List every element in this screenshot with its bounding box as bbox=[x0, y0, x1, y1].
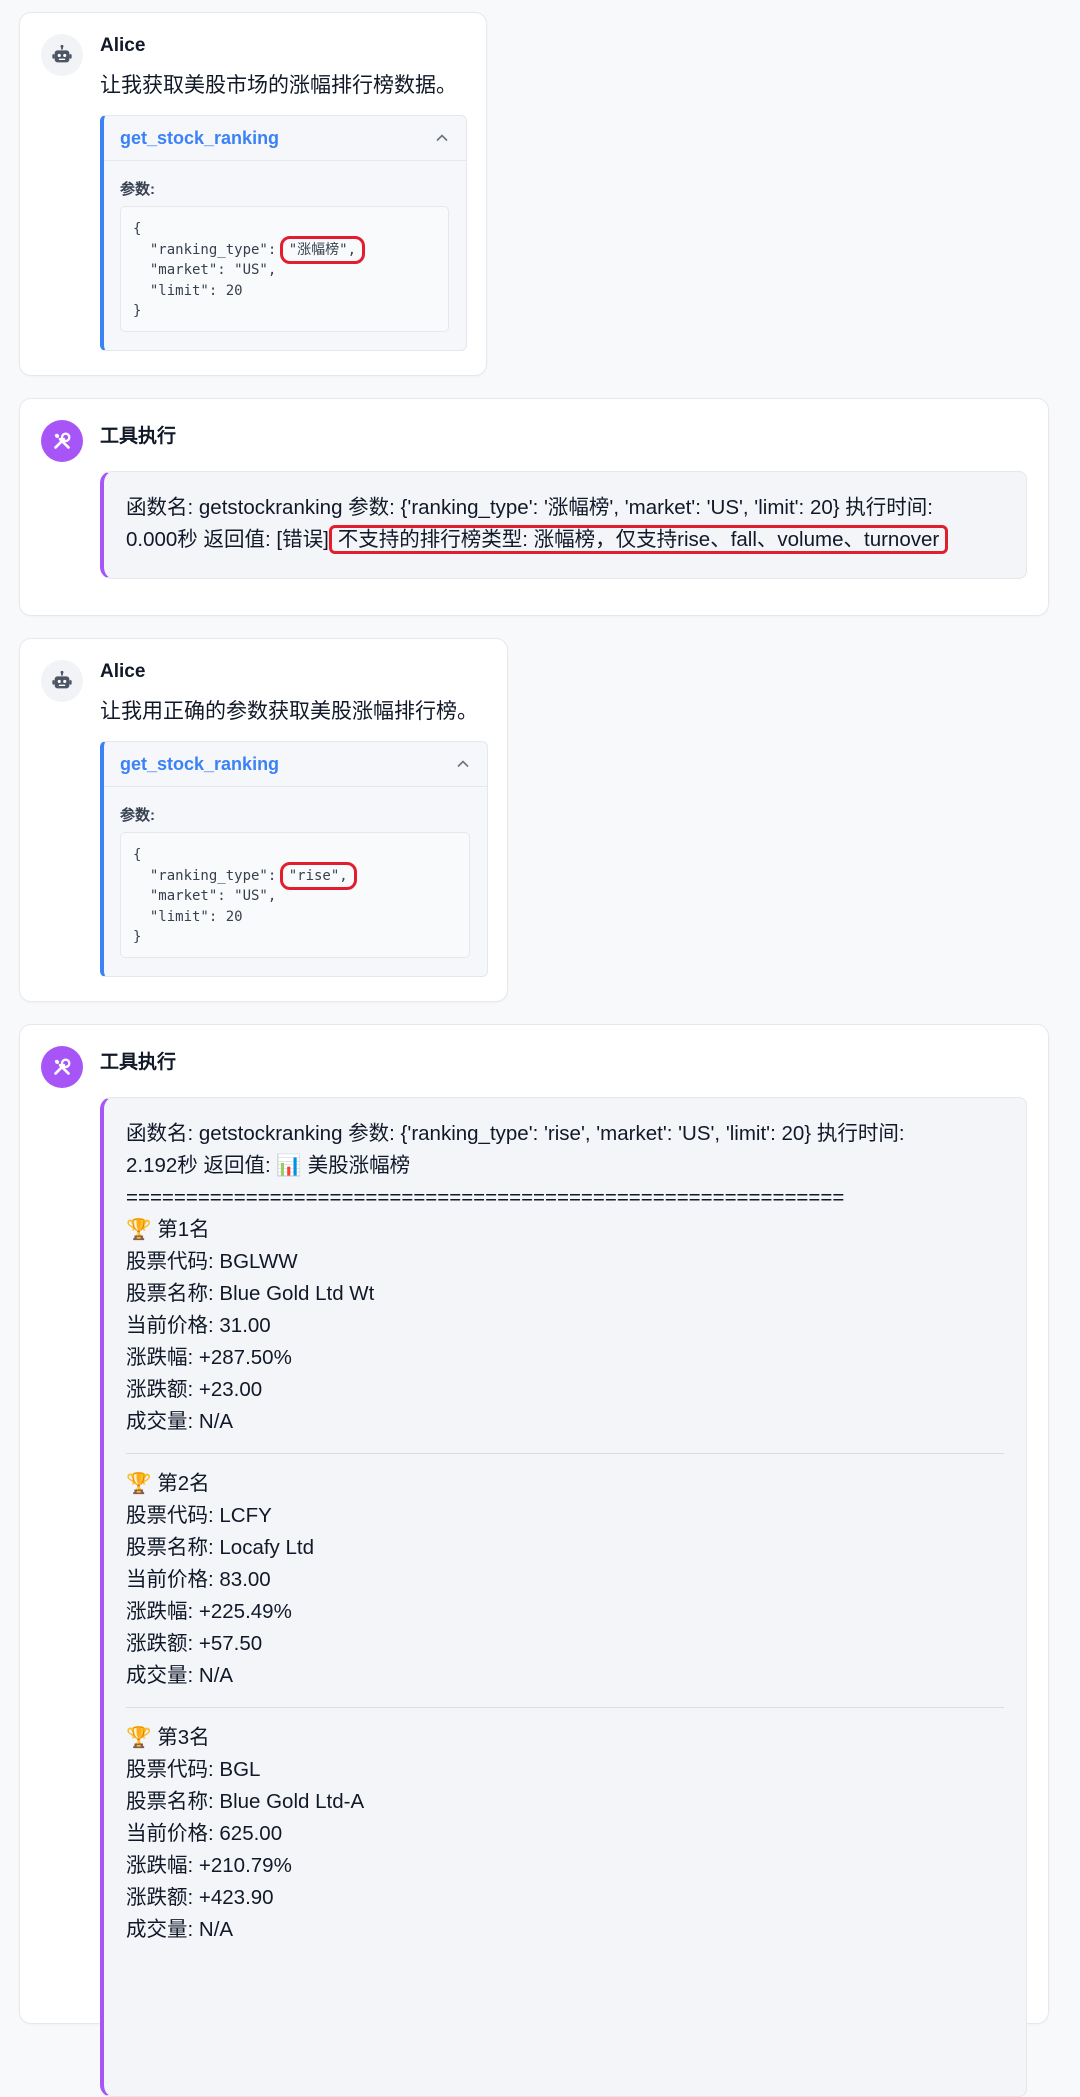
message-text: 让我获取美股市场的涨幅排行榜数据。 bbox=[100, 74, 457, 97]
tool-result-card: 工具执行 函数名: getstockranking 参数: {'ranking_… bbox=[19, 398, 1049, 616]
assistant-message-card: Alice 让我用正确的参数获取美股涨幅排行榜。 get_stock_ranki… bbox=[19, 638, 508, 1002]
tool-avatar bbox=[41, 420, 83, 462]
stock-price: 当前价格: 31.00 bbox=[126, 1314, 271, 1337]
stock-change-amt: 涨跌额: +23.00 bbox=[126, 1378, 263, 1401]
tool-call-header[interactable]: get_stock_ranking bbox=[104, 742, 487, 787]
ranking-entry: 🏆 第1名 股票代码: BGLWW 股票名称: Blue Gold Ltd Wt… bbox=[126, 1214, 1004, 1438]
code-line: { bbox=[133, 847, 142, 863]
message-author: 工具执行 bbox=[100, 426, 177, 447]
stock-change-amt: 涨跌额: +57.50 bbox=[126, 1632, 263, 1655]
stock-change-pct: 涨跌幅: +225.49% bbox=[126, 1600, 292, 1623]
message-author: Alice bbox=[100, 661, 146, 682]
stock-change-pct: 涨跌幅: +210.79% bbox=[126, 1854, 292, 1877]
tools-icon bbox=[54, 432, 71, 449]
tool-result-card: 工具执行 函数名: getstockranking 参数: {'ranking_… bbox=[19, 1024, 1049, 2097]
stock-code: 股票代码: LCFY bbox=[126, 1504, 272, 1527]
stock-code: 股票代码: BGLWW bbox=[126, 1250, 298, 1273]
tool-avatar bbox=[41, 1046, 83, 1088]
function-call-summary: 函数名: getstockranking 参数: {'ranking_type'… bbox=[126, 1122, 905, 1145]
code-line: { bbox=[133, 221, 142, 237]
code-line: "ranking_type": bbox=[133, 867, 285, 884]
entry-separator bbox=[126, 1707, 1004, 1708]
tool-output-panel: 函数名: getstockranking 参数: {'ranking_type'… bbox=[100, 471, 1027, 579]
tool-output-panel: 函数名: getstockranking 参数: {'ranking_type'… bbox=[100, 1097, 1027, 2097]
function-call-summary: 函数名: getstockranking 参数: {'ranking_type'… bbox=[126, 496, 933, 519]
params-label: 参数: bbox=[120, 181, 155, 198]
params-code-block: { "ranking_type": "涨幅榜", "market": "US",… bbox=[120, 206, 449, 332]
chevron-up-icon[interactable] bbox=[434, 130, 450, 146]
tool-call-header[interactable]: get_stock_ranking bbox=[104, 116, 466, 161]
code-line: "ranking_type": bbox=[133, 241, 285, 258]
function-name: get_stock_ranking bbox=[120, 127, 280, 148]
robot-icon bbox=[52, 670, 72, 689]
stock-volume: 成交量: N/A bbox=[126, 1410, 234, 1433]
code-line: "market": "US", bbox=[133, 888, 277, 904]
code-line: "limit": 20 bbox=[133, 908, 243, 925]
ranking-entry: 🏆 第2名 股票代码: LCFY 股票名称: Locafy Ltd 当前价格: … bbox=[126, 1468, 1004, 1692]
error-message: 不支持的排行榜类型: 涨幅榜，仅支持rise、fall、volume、turno… bbox=[328, 525, 949, 554]
return-value-line: 0.000秒 返回值: [错误] 不支持的排行榜类型: 涨幅榜，仅支持rise、f… bbox=[126, 524, 1004, 556]
stock-change-amt: 涨跌额: +423.90 bbox=[126, 1886, 274, 1909]
rank-title: 🏆 第1名 bbox=[126, 1218, 210, 1241]
code-line: } bbox=[133, 303, 142, 319]
divider-line: ========================================… bbox=[126, 1186, 845, 1209]
stock-volume: 成交量: N/A bbox=[126, 1918, 234, 1941]
code-line: "limit": 20 bbox=[133, 282, 243, 299]
robot-icon bbox=[52, 44, 72, 63]
return-prefix: 0.000秒 返回值: [错误] bbox=[126, 528, 329, 551]
tool-call-panel: get_stock_ranking 参数: { "ranking_type": … bbox=[100, 741, 488, 977]
message-text: 让我用正确的参数获取美股涨幅排行榜。 bbox=[100, 700, 478, 723]
entry-separator bbox=[126, 1453, 1004, 1454]
stock-code: 股票代码: BGL bbox=[126, 1758, 261, 1781]
return-value-line: 2.192秒 返回值: 📊 美股涨幅榜 bbox=[126, 1154, 411, 1177]
stock-change-pct: 涨跌幅: +287.50% bbox=[126, 1346, 292, 1369]
stock-name: 股票名称: Blue Gold Ltd-A bbox=[126, 1790, 365, 1813]
assistant-message-card: Alice 让我获取美股市场的涨幅排行榜数据。 get_stock_rankin… bbox=[19, 12, 487, 376]
stock-name: 股票名称: Locafy Ltd bbox=[126, 1536, 314, 1559]
tools-icon bbox=[54, 1058, 71, 1075]
params-code-block: { "ranking_type": "rise", "market": "US"… bbox=[120, 832, 470, 958]
function-name: get_stock_ranking bbox=[120, 753, 280, 774]
stock-price: 当前价格: 83.00 bbox=[126, 1568, 271, 1591]
code-line: "market": "US", bbox=[133, 262, 277, 278]
params-label: 参数: bbox=[120, 807, 155, 824]
message-author: 工具执行 bbox=[100, 1052, 177, 1073]
highlighted-value: "rise", bbox=[279, 861, 357, 890]
bot-avatar bbox=[41, 660, 83, 702]
bot-avatar bbox=[41, 34, 83, 76]
code-line: } bbox=[133, 929, 142, 945]
stock-name: 股票名称: Blue Gold Ltd Wt bbox=[126, 1282, 375, 1305]
ranking-entry: 🏆 第3名 股票代码: BGL 股票名称: Blue Gold Ltd-A 当前… bbox=[126, 1722, 1004, 1946]
chevron-up-icon[interactable] bbox=[455, 756, 471, 772]
message-author: Alice bbox=[100, 35, 146, 56]
rank-title: 🏆 第3名 bbox=[126, 1726, 210, 1749]
rank-title: 🏆 第2名 bbox=[126, 1472, 210, 1495]
stock-volume: 成交量: N/A bbox=[126, 1664, 234, 1687]
highlighted-value: "涨幅榜", bbox=[279, 235, 366, 264]
tool-call-panel: get_stock_ranking 参数: { "ranking_type": … bbox=[100, 115, 467, 351]
stock-price: 当前价格: 625.00 bbox=[126, 1822, 283, 1845]
